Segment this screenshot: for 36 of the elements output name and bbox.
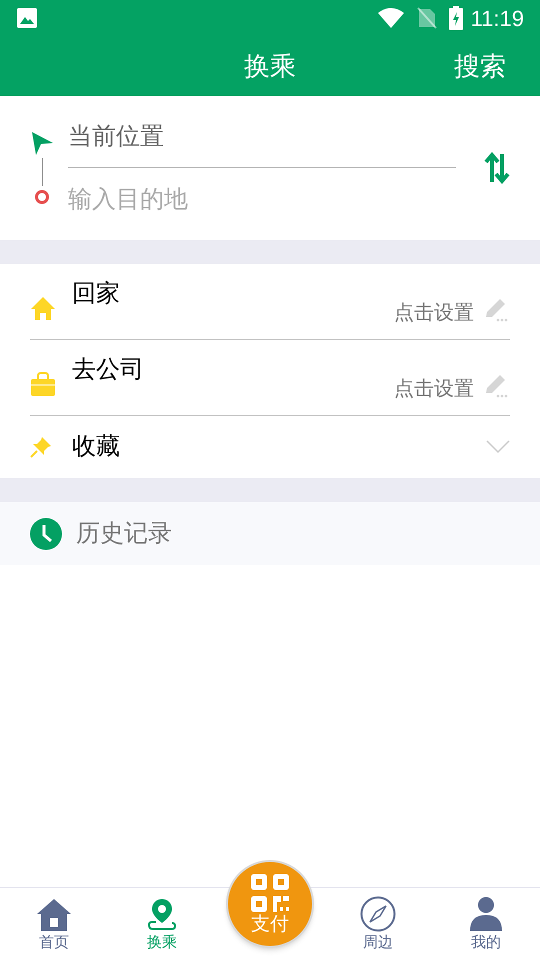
destination-field[interactable]: 输入目的地 <box>68 168 456 232</box>
qr-code-icon <box>249 872 291 914</box>
favorites-item[interactable]: 收藏 <box>30 416 510 478</box>
battery-icon <box>448 6 463 30</box>
shortcut-label: 回家 <box>72 279 120 309</box>
navigation-arrow-icon <box>30 131 54 155</box>
briefcase-icon <box>30 370 56 396</box>
favorites-label: 收藏 <box>72 432 120 462</box>
set-hint: 点击设置 <box>394 376 474 402</box>
destination-dot-icon <box>34 189 50 205</box>
origin-field[interactable]: 当前位置 <box>68 104 456 168</box>
status-time: 11:19 <box>470 4 524 32</box>
no-sim-icon <box>416 7 437 29</box>
tab-item[interactable]: 首页 <box>0 888 108 960</box>
swap-button[interactable] <box>484 151 510 185</box>
tab-item[interactable]: 我的 <box>432 888 540 960</box>
swap-icon <box>484 152 510 184</box>
page-title: 换乘 <box>244 50 296 82</box>
history-label: 历史记录 <box>76 518 172 548</box>
map-pin-icon <box>148 898 176 932</box>
set-hint: 点击设置 <box>394 300 474 326</box>
pushpin-icon <box>30 436 52 458</box>
tab-item[interactable]: 周边 <box>324 888 432 960</box>
wifi-icon <box>376 7 405 29</box>
shortcut-item[interactable]: 去公司 点击设置 <box>30 340 510 416</box>
house-icon <box>36 898 72 932</box>
shortcut-item[interactable]: 回家 点击设置 <box>30 264 510 340</box>
clock-icon <box>30 518 62 550</box>
person-icon <box>469 896 503 932</box>
shortcut-label: 去公司 <box>72 355 144 385</box>
history-bar[interactable]: 历史记录 <box>0 502 540 565</box>
search-button[interactable]: 搜索 <box>454 46 506 86</box>
image-icon <box>16 7 38 29</box>
house-icon <box>30 294 56 320</box>
compass-icon <box>360 896 396 932</box>
tab-item[interactable]: 换乘 <box>108 888 216 960</box>
